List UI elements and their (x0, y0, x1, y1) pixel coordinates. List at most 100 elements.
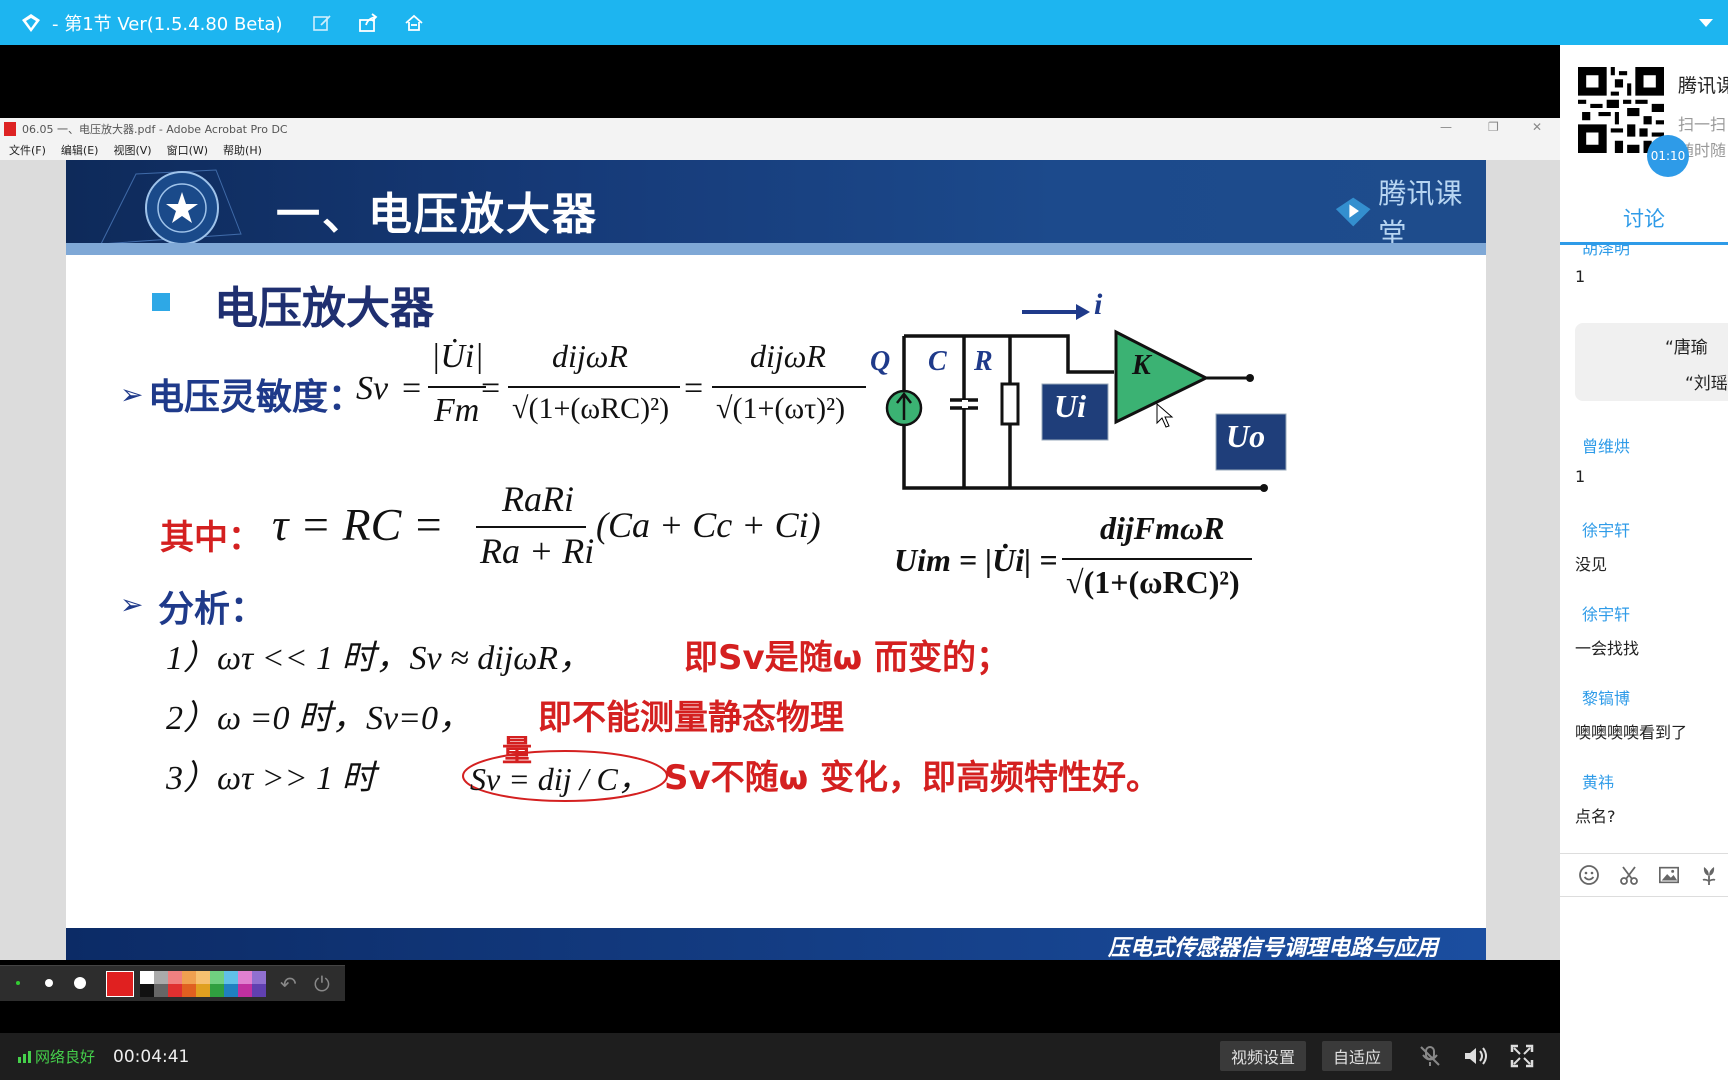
notice-line-2: “刘瑶 (1685, 374, 1728, 394)
mic-muted-icon[interactable] (1416, 1042, 1444, 1070)
acrobat-right-margin (1486, 160, 1560, 960)
uim-lhs: Uim = |U̇i| = (894, 542, 1058, 578)
watermark-text: 腾讯课堂 (1378, 177, 1463, 250)
ra-plus-ri-denominator: Ra + Ri (480, 531, 595, 571)
elapsed-time: 00:04:41 (113, 1046, 190, 1067)
chevron-down-icon[interactable] (1698, 14, 1714, 33)
acrobat-window: 06.05 一、电压放大器.pdf - Adobe Acrobat Pro DC… (0, 118, 1560, 960)
fraction-line-5 (1062, 558, 1252, 560)
slide-header-title: 一、电压放大器 (276, 189, 598, 240)
share-icon[interactable] (356, 12, 380, 34)
chat-message: 1 (1575, 467, 1586, 486)
header-stripe (66, 243, 1486, 255)
minimize-icon: — (1440, 120, 1452, 134)
sv-symbol: Sv (356, 370, 389, 407)
k-label: K (1132, 350, 1151, 381)
close-icon: ✕ (1532, 120, 1543, 134)
where-label: 其中： (160, 518, 262, 558)
tencent-class-logo-icon (1335, 197, 1371, 227)
side-panel: 腾讯课 扫一扫 随时随 01:10 讨论 胡泽明 1 “唐瑜 “刘瑶 曾维烘 1… (1560, 45, 1728, 1080)
title-bar: - 第1节 Ver(1.5.4.80 Beta) (0, 0, 1728, 45)
r-label: R (974, 346, 993, 377)
fraction-line-4 (476, 526, 586, 528)
case3-red: Sv不随ω 变化，即高频特性好。 (664, 758, 1161, 798)
fullscreen-icon[interactable] (1508, 1042, 1536, 1070)
app-logo-icon (18, 10, 44, 36)
handwritten-note: 量 (502, 734, 532, 769)
chat-message: 1 (1575, 267, 1586, 286)
slide-page: 一、电压放大器 腾讯课堂 电压放大器 ➢ 电压灵敏度： Sv = |U̇i| F… (66, 160, 1486, 960)
network-status: 网络良好 (18, 1046, 95, 1067)
chat-message: 噢噢噢噢看到了 (1575, 723, 1688, 742)
ui-box-label: Ui (1054, 388, 1086, 424)
window-title: - 第1节 Ver(1.5.4.80 Beta) (52, 13, 283, 35)
menu-view: 视图(V) (113, 144, 152, 157)
pen-size-large[interactable] (74, 977, 86, 989)
mouse-cursor-icon (1156, 403, 1174, 428)
tab-discussion[interactable]: 讨论 (1560, 195, 1728, 243)
fm-symbol: Fm (434, 392, 480, 429)
home-icon[interactable] (402, 12, 426, 34)
annotation-toolbar: ↶ ⏻ (0, 965, 345, 1001)
edit-icon[interactable] (310, 12, 334, 34)
c-label: C (928, 346, 947, 377)
fraction-line-3 (712, 386, 866, 388)
equals-3: = (684, 370, 704, 407)
restore-icon: ❐ (1488, 120, 1499, 134)
ra-ri-numerator: RaRi (502, 479, 574, 519)
scissors-icon[interactable] (1618, 864, 1640, 886)
signal-icon (18, 1050, 31, 1063)
scan-hint: 扫一扫 (1678, 115, 1727, 134)
chat-tools (1560, 853, 1728, 897)
case2-math: 2）ω =0 时，Sv=0， (166, 700, 472, 737)
fraction-line-2 (508, 386, 680, 388)
chat-list: 胡泽明 1 “唐瑜 “刘瑶 曾维烘 1 徐宇轩 没见 徐宇轩 一会找找 黎镐博 … (1560, 245, 1728, 853)
chat-notice-bubble: “唐瑜 “刘瑶 (1575, 323, 1728, 401)
case1-red: 即Sv是随ω 而变的； (684, 638, 1011, 678)
menu-edit: 编辑(E) (60, 144, 99, 157)
qr-code-icon (1578, 67, 1664, 153)
numerator-2: dijωR (750, 338, 826, 374)
equals-1: = (402, 370, 422, 407)
chat-username: 徐宇轩 (1582, 605, 1631, 624)
emoji-icon[interactable] (1578, 864, 1600, 886)
adaptive-button[interactable]: 自适应 (1322, 1041, 1392, 1071)
flower-icon[interactable] (1698, 864, 1720, 886)
university-seal-icon (100, 169, 242, 245)
image-icon[interactable] (1658, 864, 1680, 886)
acrobat-menubar: 文件(F) 编辑(E) 视图(V) 窗口(W) 帮助(H) (0, 140, 1560, 160)
menu-file: 文件(F) (9, 144, 46, 157)
chat-message: 一会找找 (1575, 639, 1640, 658)
timer-badge[interactable]: 01:10 (1647, 135, 1689, 177)
color-palette[interactable] (140, 971, 270, 997)
current-color-swatch[interactable] (106, 971, 134, 997)
video-settings-button[interactable]: 视频设置 (1220, 1041, 1306, 1071)
notice-line-1: “唐瑜 (1665, 338, 1708, 358)
case2-red: 即不能测量静态物理 (538, 698, 844, 738)
footer-text: 压电式传感器信号调理电路与应用 (1107, 936, 1438, 960)
ui-abs: |U̇i| (431, 338, 484, 375)
uim-denominator: √(1+(ωRC)²) (1066, 564, 1240, 600)
case3-math: 3）ωτ >> 1 时 (166, 760, 376, 797)
analysis-label: 分析： (158, 589, 267, 630)
acrobat-left-margin (0, 160, 66, 960)
chat-username: 黎镐博 (1582, 689, 1631, 708)
volume-icon[interactable] (1462, 1042, 1490, 1070)
chat-username: 徐宇轩 (1582, 521, 1631, 540)
brand-text: 腾讯课 (1678, 75, 1728, 97)
video-stream: 06.05 一、电压放大器.pdf - Adobe Acrobat Pro DC… (0, 45, 1560, 1033)
denominator-2: √(1+(ωτ)²) (716, 392, 846, 425)
equals-2: = (481, 370, 501, 407)
pen-size-medium[interactable] (45, 979, 53, 987)
arrow-bullet-icon: ➢ (120, 588, 144, 621)
status-bar: 网络良好 00:04:41 视频设置 自适应 (0, 1033, 1560, 1080)
numerator-1: dijωR (552, 338, 628, 374)
slide-footer: 压电式传感器信号调理电路与应用 (66, 928, 1486, 960)
chat-username: 胡泽明 (1582, 245, 1631, 258)
pdf-icon (4, 122, 16, 136)
section-title: 电压放大器 (214, 283, 434, 334)
denominator-1: √(1+(ωRC)²) (512, 392, 670, 425)
undo-icon[interactable]: ↶ (280, 972, 297, 996)
power-icon[interactable]: ⏻ (314, 972, 330, 996)
pen-size-small[interactable] (16, 981, 20, 985)
